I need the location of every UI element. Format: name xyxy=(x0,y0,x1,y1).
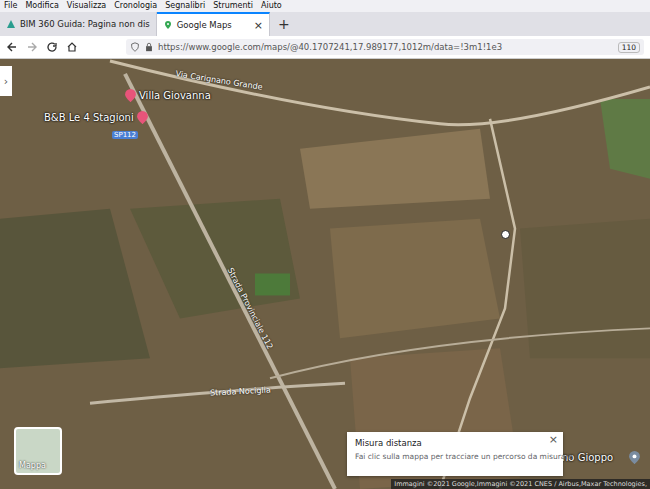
menu-item[interactable]: Segnalibri xyxy=(165,0,205,12)
place-pin-icon[interactable] xyxy=(629,451,640,464)
menu-item[interactable]: Visualizza xyxy=(67,0,106,12)
address-field[interactable]: https://www.google.com/maps/@40.1707241,… xyxy=(126,39,644,55)
shield-icon[interactable] xyxy=(130,42,140,52)
layer-toggle[interactable]: Mappa xyxy=(14,427,62,475)
menu-item[interactable]: Aiuto xyxy=(261,0,282,12)
forward-arrow-icon[interactable] xyxy=(26,41,38,53)
browser-window: File Modifica Visualizza Cronologia Segnalib… xyxy=(0,0,650,489)
menu-item[interactable]: File xyxy=(4,0,17,12)
measure-distance-card: Misura distanza Fai clic sulla mappa per… xyxy=(347,432,563,476)
place-label[interactable]: no Gioppo xyxy=(562,451,640,464)
bim-icon xyxy=(6,19,16,29)
new-tab-button[interactable]: + xyxy=(270,12,298,36)
lock-icon xyxy=(144,42,154,52)
attribution: Immagini ©2021 Google,Immagini ©2021 CNE… xyxy=(391,479,650,489)
menu-bar: File Modifica Visualizza Cronologia Segnalib… xyxy=(0,0,650,12)
zoom-badge[interactable]: 110 xyxy=(618,42,640,53)
maps-icon xyxy=(163,20,173,30)
close-button[interactable]: × xyxy=(549,433,558,446)
hotel-pin-icon[interactable] xyxy=(137,111,148,124)
tab-bar: BIM 360 Guida: Pagina non dis Google Map… xyxy=(0,12,650,36)
menu-item[interactable]: Strumenti xyxy=(213,0,253,12)
satellite-map[interactable]: › B&B Le 4 Stagioni Villa Giovanna SP112… xyxy=(0,59,650,489)
place-label[interactable]: Villa Giovanna xyxy=(125,89,211,102)
menu-item[interactable]: Modifica xyxy=(25,0,58,12)
side-panel-toggle[interactable]: › xyxy=(0,66,12,96)
satellite-image xyxy=(0,59,650,489)
tab[interactable]: BIM 360 Guida: Pagina non dis xyxy=(0,12,157,36)
home-icon[interactable] xyxy=(66,41,78,53)
navigation-bar: https://www.google.com/maps/@40.1707241,… xyxy=(0,36,650,59)
place-label[interactable]: B&B Le 4 Stagioni xyxy=(44,111,148,124)
hotel-pin-icon[interactable] xyxy=(125,89,136,102)
measure-point-marker[interactable] xyxy=(501,230,510,239)
back-arrow-icon[interactable] xyxy=(6,41,18,53)
route-badge: SP112 xyxy=(112,131,138,139)
tab-close-button[interactable]: × xyxy=(254,19,263,32)
tab[interactable]: Google Maps × xyxy=(157,12,270,36)
menu-item[interactable]: Cronologia xyxy=(114,0,157,12)
reload-icon[interactable] xyxy=(46,41,58,53)
